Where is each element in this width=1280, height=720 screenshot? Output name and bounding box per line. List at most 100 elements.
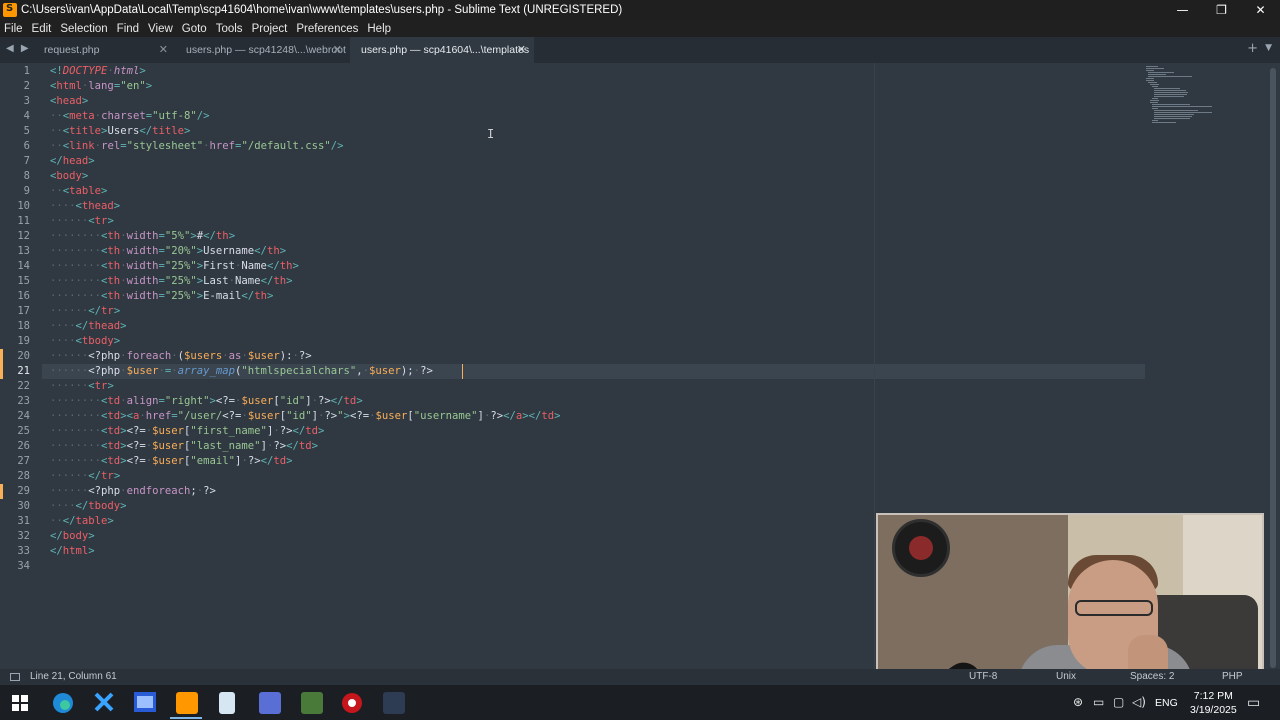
code-line: ····<thead>: [50, 200, 121, 212]
panel-toggle-icon[interactable]: [10, 673, 20, 681]
sublime-text-icon: [3, 3, 17, 17]
line-number: 11: [17, 215, 30, 227]
battery-icon[interactable]: ▭: [1093, 695, 1104, 709]
menu-bar: File Edit Selection Find View Goto Tools…: [0, 20, 1280, 37]
taskbar: ⊛ ▭ ▢ ◁) ENG 7:12 PM 3/19/2025 ▭: [0, 685, 1280, 720]
code-line: ······<tr>: [50, 215, 114, 227]
line-number: 20: [17, 350, 30, 362]
line-number: 15: [17, 275, 30, 287]
code-line: ····</thead>: [50, 320, 127, 332]
code-line: ··<title>Users</title>: [50, 125, 191, 137]
code-line: <body>: [50, 170, 89, 182]
close-window-button[interactable]: ✕: [1241, 0, 1280, 20]
code-line: ········<td><?=·$user["last_name"]·?></t…: [50, 440, 319, 452]
menu-help[interactable]: Help: [367, 23, 391, 35]
line-number: 13: [17, 245, 30, 257]
menu-find[interactable]: Find: [117, 23, 139, 35]
line-number: 17: [17, 305, 30, 317]
notifications-icon[interactable]: ▭: [1247, 695, 1260, 711]
menu-selection[interactable]: Selection: [60, 23, 107, 35]
cursor-position[interactable]: Line 21, Column 61: [30, 671, 117, 682]
code-line: ······<?php·foreach·($users·as·$user):·?…: [50, 350, 312, 362]
menu-tools[interactable]: Tools: [216, 23, 243, 35]
line-number: 3: [23, 95, 30, 107]
line-number: 16: [17, 290, 30, 302]
clock-time: 7:12 PM: [1193, 690, 1233, 702]
code-line: ········<th·width="5%">#</th>: [50, 230, 236, 242]
modified-line-marker: [0, 349, 3, 364]
code-line: ····</tbody>: [50, 500, 127, 512]
tab-close-icon[interactable]: ✕: [333, 43, 342, 56]
line-number: 19: [17, 335, 30, 347]
restore-button[interactable]: ❐: [1202, 0, 1241, 20]
visual-studio-icon[interactable]: [134, 692, 156, 712]
record-app-icon[interactable]: [341, 692, 363, 714]
ibeam-cursor-icon: I: [487, 127, 495, 141]
title-bar: C:\Users\ivan\AppData\Local\Temp\scp4160…: [0, 0, 1280, 20]
code-line: ······</tr>: [50, 470, 121, 482]
network-status-icon[interactable]: ⊛: [1073, 695, 1083, 709]
menu-view[interactable]: View: [148, 23, 173, 35]
menu-goto[interactable]: Goto: [182, 23, 207, 35]
volume-icon[interactable]: ◁): [1132, 695, 1146, 709]
line-number-gutter: 1 2 3 4 5 6 7 8 9 10 11 12 13 14 15 16 17 18 19 20 21 22 23 24 2…: [0, 63, 42, 669]
modified-line-marker: [0, 484, 3, 499]
line-number: 29: [17, 485, 30, 497]
line-number: 5: [23, 125, 30, 137]
menu-project[interactable]: Project: [252, 23, 288, 35]
notepad-icon[interactable]: [219, 692, 235, 714]
line-number: 12: [17, 230, 30, 242]
system-clock[interactable]: 7:12 PM 3/19/2025: [1190, 689, 1237, 717]
code-line: ········<td><?=·$user["first_name"]·?></…: [50, 425, 325, 437]
menu-preferences[interactable]: Preferences: [296, 23, 358, 35]
tab-users-php-webroot[interactable]: users.php — scp41248\...\webroot ✕: [176, 37, 350, 63]
window-title: C:\Users\ivan\AppData\Local\Temp\scp4160…: [21, 4, 623, 16]
display-icon[interactable]: ▢: [1113, 695, 1124, 709]
indentation-indicator[interactable]: Spaces: 2: [1130, 671, 1174, 682]
tab-nav-arrows-icon[interactable]: ◀ ▶: [6, 43, 31, 54]
syntax-indicator[interactable]: PHP: [1222, 671, 1243, 682]
sublime-text-taskbar-icon[interactable]: [176, 692, 198, 714]
network-app-icon[interactable]: [259, 692, 281, 714]
tab-bar: ◀ ▶ request.php ✕ users.php — scp41248\.…: [0, 37, 1280, 63]
tab-close-icon[interactable]: ✕: [159, 43, 168, 56]
code-line: ········<td><a·href="/user/<?=·$user["id…: [50, 410, 561, 422]
tab-users-php-templates[interactable]: users.php — scp41604\...\templates ✕: [350, 37, 534, 63]
code-line: ········<th·width="25%">Last·Name</th>: [50, 275, 293, 287]
edge-browser-icon[interactable]: [52, 692, 74, 714]
code-line: ··<table>: [50, 185, 108, 197]
code-line: ········<th·width="25%">First·Name</th>: [50, 260, 299, 272]
encoding-indicator[interactable]: UTF-8: [969, 671, 997, 682]
menu-edit[interactable]: Edit: [32, 23, 52, 35]
code-line: ··</table>: [50, 515, 114, 527]
line-number: 18: [17, 320, 30, 332]
code-line: ········<td><?=·$user["email"]·?></td>: [50, 455, 293, 467]
tab-menu-arrow-icon[interactable]: ▼: [1265, 43, 1272, 53]
tab-request-php[interactable]: request.php ✕: [34, 37, 176, 63]
new-tab-icon[interactable]: +: [1247, 41, 1258, 56]
line-endings-indicator[interactable]: Unix: [1056, 671, 1076, 682]
davinci-resolve-icon[interactable]: [383, 692, 405, 714]
line-number: 33: [17, 545, 30, 557]
vertical-scrollbar[interactable]: [1270, 68, 1276, 668]
clock-date: 3/19/2025: [1190, 704, 1237, 716]
code-editor[interactable]: 1 2 3 4 5 6 7 8 9 10 11 12 13 14 15 16 17 18 19 20 21 22 23 24 2…: [0, 63, 1280, 720]
line-number: 25: [17, 425, 30, 437]
line-number: 28: [17, 470, 30, 482]
dartboard: [892, 519, 950, 577]
filezilla-icon[interactable]: [301, 692, 323, 714]
minimap[interactable]: [1146, 65, 1212, 125]
tab-close-icon[interactable]: ✕: [517, 43, 526, 56]
line-number: 26: [17, 440, 30, 452]
window-controls: — ❐ ✕: [1163, 0, 1280, 20]
app-x-icon[interactable]: [94, 692, 114, 712]
minimize-button[interactable]: —: [1163, 0, 1202, 20]
windows-start-icon[interactable]: [12, 695, 28, 711]
code-line: ······<?php·endforeach;·?>: [50, 485, 216, 497]
modified-line-marker: [0, 364, 3, 379]
code-line: </html>: [50, 545, 95, 557]
line-number: 9: [23, 185, 30, 197]
menu-file[interactable]: File: [4, 23, 23, 35]
text-cursor: [462, 364, 463, 379]
language-indicator[interactable]: ENG: [1155, 697, 1178, 720]
